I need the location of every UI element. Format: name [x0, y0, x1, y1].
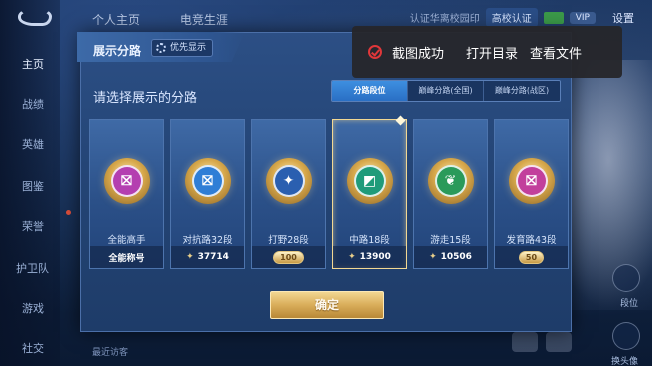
dialog-title: 展示分路 [93, 44, 142, 58]
auth-partial-text: 认证华离校园印 [409, 14, 480, 25]
lane-card-name: 中路18段 [349, 235, 390, 246]
lane-emblem-icon: ⛝ [184, 158, 231, 204]
open-directory-link[interactable]: 打开目录 [466, 43, 518, 62]
segment-control: 分路段位 巅峰分路(全国) 巅峰分路(战区) [331, 80, 561, 102]
lane-emblem-icon: ❦ [427, 158, 474, 204]
lane-symbol-icon: ❦ [434, 165, 467, 197]
lane-card[interactable]: ◩ 中路18段 ✦ 13900 [332, 115, 407, 269]
video-button[interactable] [512, 332, 538, 352]
nav-item-games[interactable]: 游戏 [22, 300, 44, 316]
priority-display-label: 优先显示 [170, 43, 207, 53]
top-right-bar: 认证华离校园印 高校认证 VIP 设置 [410, 8, 634, 27]
lane-card-footer: ✦ 13900 [333, 246, 406, 268]
lane-card-footer: 50 [495, 246, 568, 268]
lane-symbol-icon: ⛝ [110, 165, 143, 197]
lane-card-footer: 100 [252, 246, 325, 268]
lane-score: 10506 [440, 252, 472, 262]
nav-item-record[interactable]: 战绩 [22, 96, 44, 112]
lane-card-name: 打野28段 [268, 235, 309, 246]
nav-item-social[interactable]: 社交 [22, 340, 44, 356]
lane-symbol-icon: ◩ [353, 165, 386, 197]
game-logo-icon [18, 8, 52, 26]
top-tabs: 个人主页 电竞生涯 [92, 11, 264, 28]
change-avatar-label: 换头像 [610, 357, 638, 366]
gear-icon [156, 43, 166, 53]
star-icon: ✦ [186, 252, 194, 262]
lane-title: 全能称号 [108, 253, 145, 264]
nav-item-home[interactable]: 主页 [22, 56, 44, 72]
star-icon: ✦ [429, 252, 437, 262]
segment-peak-region[interactable]: 巅峰分路(战区) [484, 81, 560, 101]
lane-symbol-icon: ✦ [272, 165, 305, 197]
lane-card[interactable]: ✦ 打野28段 100 [251, 119, 326, 269]
segment-lane-rank[interactable]: 分路段位 [332, 81, 408, 101]
lane-emblem-icon: ⛝ [508, 158, 555, 204]
left-nav: 主页 战绩 英雄 图鉴 荣誉 护卫队 游戏 社交 [0, 0, 60, 366]
rank-side-label: 段位 [619, 299, 638, 309]
vip-badge: VIP [569, 11, 596, 24]
segment-peak-national[interactable]: 巅峰分路(全国) [408, 81, 484, 101]
nav-item-honor[interactable]: 荣誉 [22, 218, 44, 234]
rank-side-button[interactable] [612, 264, 640, 292]
rank-plaque: 100 [273, 250, 304, 264]
lane-emblem-icon: ⛝ [103, 158, 150, 204]
settings-button[interactable]: 设置 [612, 10, 634, 26]
lane-score: 37714 [197, 252, 229, 262]
lane-card[interactable]: ❦ 游走15段 ✦ 10506 [413, 119, 488, 269]
nav-item-guard[interactable]: 护卫队 [16, 260, 49, 276]
dialog-subtitle: 请选择展示的分路 [93, 91, 198, 106]
green-badge-icon [543, 11, 564, 24]
recent-visitors: 最近访客 [92, 348, 129, 358]
lane-card-footer: ✦ 37714 [171, 246, 244, 268]
play-button[interactable] [546, 332, 572, 352]
change-avatar-button[interactable] [612, 322, 640, 350]
lane-symbol-icon: ⛝ [191, 165, 224, 197]
notification-dot [66, 210, 71, 215]
toast-message: 截图成功 [392, 46, 445, 62]
lane-cards: ⛝ 全能高手 全能称号 ⛝ 对抗路32段 ✦ 37714 ✦ 打野28段 100 ◩ 中路18段 ✦ 13… [89, 115, 569, 269]
campus-auth-badge[interactable]: 高校认证 [485, 8, 538, 27]
selected-corner-icon [395, 115, 406, 126]
check-circle-icon [368, 45, 382, 59]
nav-item-codex[interactable]: 图鉴 [22, 178, 44, 194]
lane-card-name: 发育路43段 [506, 235, 557, 246]
star-icon: ✦ [348, 252, 356, 262]
lane-card[interactable]: ⛝ 全能高手全能称号 [89, 119, 164, 269]
nav-item-heroes[interactable]: 英雄 [22, 136, 44, 152]
screenshot-toast: 截图成功 打开目录 查看文件 [352, 26, 622, 78]
lane-card-name: 对抗路32段 [182, 235, 233, 246]
priority-display-button[interactable]: 优先显示 [151, 39, 214, 57]
lane-emblem-icon: ✦ [265, 158, 312, 204]
lane-card-footer: ✦ 10506 [414, 246, 487, 268]
view-file-link[interactable]: 查看文件 [530, 43, 582, 62]
tab-esports-career[interactable]: 电竞生涯 [180, 13, 228, 27]
tab-personal-home[interactable]: 个人主页 [92, 13, 140, 27]
lane-card-name: 全能高手 [107, 235, 146, 246]
confirm-button[interactable]: 确定 [270, 291, 384, 319]
lane-card-footer: 全能称号 [90, 246, 163, 268]
lane-emblem-icon: ◩ [346, 158, 393, 204]
lane-card[interactable]: ⛝ 发育路43段 50 [494, 119, 569, 269]
rank-plaque: 50 [518, 250, 545, 264]
lane-symbol-icon: ⛝ [515, 165, 548, 197]
lane-score: 13900 [359, 252, 391, 262]
lane-card[interactable]: ⛝ 对抗路32段 ✦ 37714 [170, 119, 245, 269]
lane-card-name: 游走15段 [430, 235, 471, 246]
